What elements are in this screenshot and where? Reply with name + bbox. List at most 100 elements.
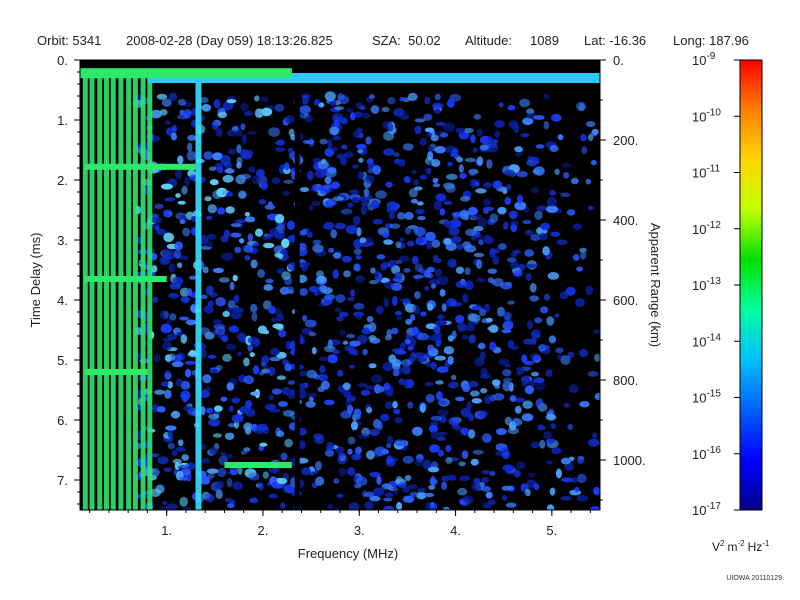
noise-cell xyxy=(301,467,312,476)
x-tick-label: 1. xyxy=(161,523,172,538)
noise-cell xyxy=(456,243,464,250)
noise-cell xyxy=(460,133,468,139)
noise-cell xyxy=(443,346,455,355)
noise-cell xyxy=(383,297,390,308)
noise-cell xyxy=(385,457,396,467)
noise-cell xyxy=(264,403,277,411)
noise-cell xyxy=(167,442,175,450)
noise-cell xyxy=(207,300,214,308)
noise-cell xyxy=(215,127,223,137)
colorbar-tick-label: 10-11 xyxy=(692,164,721,181)
noise-cell xyxy=(254,108,264,118)
noise-cell xyxy=(236,156,243,166)
noise-cell xyxy=(447,335,454,342)
noise-cell xyxy=(581,146,588,155)
noise-cell xyxy=(373,384,382,394)
noise-cell xyxy=(371,374,383,384)
noise-cell xyxy=(402,143,414,151)
noise-cell xyxy=(526,320,534,330)
noise-cell xyxy=(244,426,252,435)
noise-cell xyxy=(425,393,435,403)
noise-cell xyxy=(391,327,399,335)
noise-cell xyxy=(362,490,368,498)
signal-line xyxy=(104,72,109,510)
noise-cell xyxy=(240,450,247,455)
noise-cell xyxy=(554,168,560,175)
noise-cell xyxy=(208,413,220,420)
noise-cell xyxy=(587,370,599,377)
noise-cell xyxy=(557,134,564,141)
noise-cell xyxy=(424,127,435,133)
noise-cell xyxy=(437,400,448,406)
noise-cell xyxy=(393,486,399,496)
noise-cell xyxy=(481,485,491,492)
noise-cell xyxy=(340,208,353,215)
noise-cell xyxy=(507,105,516,111)
noise-cell xyxy=(216,166,224,174)
noise-cell xyxy=(298,288,309,296)
noise-cell xyxy=(516,461,526,470)
x-axis: 1. 2. 3. 4. 5. xyxy=(89,510,591,538)
noise-cell xyxy=(486,159,493,169)
noise-cell xyxy=(274,213,285,224)
noise-cell xyxy=(301,95,309,105)
noise-cell xyxy=(152,296,159,303)
noise-cell xyxy=(440,132,449,138)
noise-cell xyxy=(332,269,339,279)
noise-cell xyxy=(447,355,454,365)
noise-cell xyxy=(356,143,367,150)
noise-cell xyxy=(341,144,348,150)
noise-cell xyxy=(533,483,540,491)
noise-cell xyxy=(262,235,270,240)
noise-cell xyxy=(324,91,336,102)
noise-cell xyxy=(166,319,172,325)
noise-cell xyxy=(209,368,219,374)
noise-cell xyxy=(491,248,501,254)
noise-cell xyxy=(263,284,274,291)
noise-cell xyxy=(578,348,589,358)
noise-cell xyxy=(508,120,519,129)
noise-cell xyxy=(212,433,222,438)
noise-cell xyxy=(230,232,242,238)
noise-cell xyxy=(383,505,395,510)
noise-cell xyxy=(227,148,237,155)
noise-cell xyxy=(483,182,492,189)
noise-cell xyxy=(247,336,260,345)
noise-cell xyxy=(433,200,442,211)
noise-cell xyxy=(455,266,464,274)
noise-cell xyxy=(231,414,244,423)
noise-cell xyxy=(477,342,486,350)
signal-line xyxy=(89,72,95,510)
noise-cell xyxy=(212,319,222,325)
noise-cell xyxy=(249,410,255,417)
noise-cell xyxy=(324,399,335,406)
noise-cell xyxy=(327,139,333,149)
signal-line xyxy=(82,72,88,510)
noise-cell xyxy=(387,96,396,105)
colorbar-tick-label: 10-16 xyxy=(692,445,721,462)
noise-cell xyxy=(255,228,263,237)
noise-cell xyxy=(556,239,568,245)
echo-streak xyxy=(84,369,148,375)
noise-cell xyxy=(375,276,383,282)
noise-cell xyxy=(456,156,463,163)
noise-cell xyxy=(282,387,292,396)
noise-cell xyxy=(221,335,229,342)
noise-cell xyxy=(510,220,519,226)
noise-cell xyxy=(513,270,523,277)
noise-cell xyxy=(268,493,278,499)
noise-cell xyxy=(182,393,188,403)
x-tick-label: 2. xyxy=(258,523,269,538)
noise-cell xyxy=(413,227,419,233)
noise-cell xyxy=(171,450,178,457)
noise-cell xyxy=(505,320,514,328)
noise-cell xyxy=(461,334,468,340)
noise-cell xyxy=(332,349,341,355)
noise-cell xyxy=(539,439,546,449)
noise-cell xyxy=(320,380,330,390)
x-tick-label: 4. xyxy=(450,523,461,538)
noise-cell xyxy=(466,401,472,411)
noise-cell xyxy=(329,100,337,107)
noise-cell xyxy=(392,368,400,377)
noise-cell xyxy=(257,481,264,491)
